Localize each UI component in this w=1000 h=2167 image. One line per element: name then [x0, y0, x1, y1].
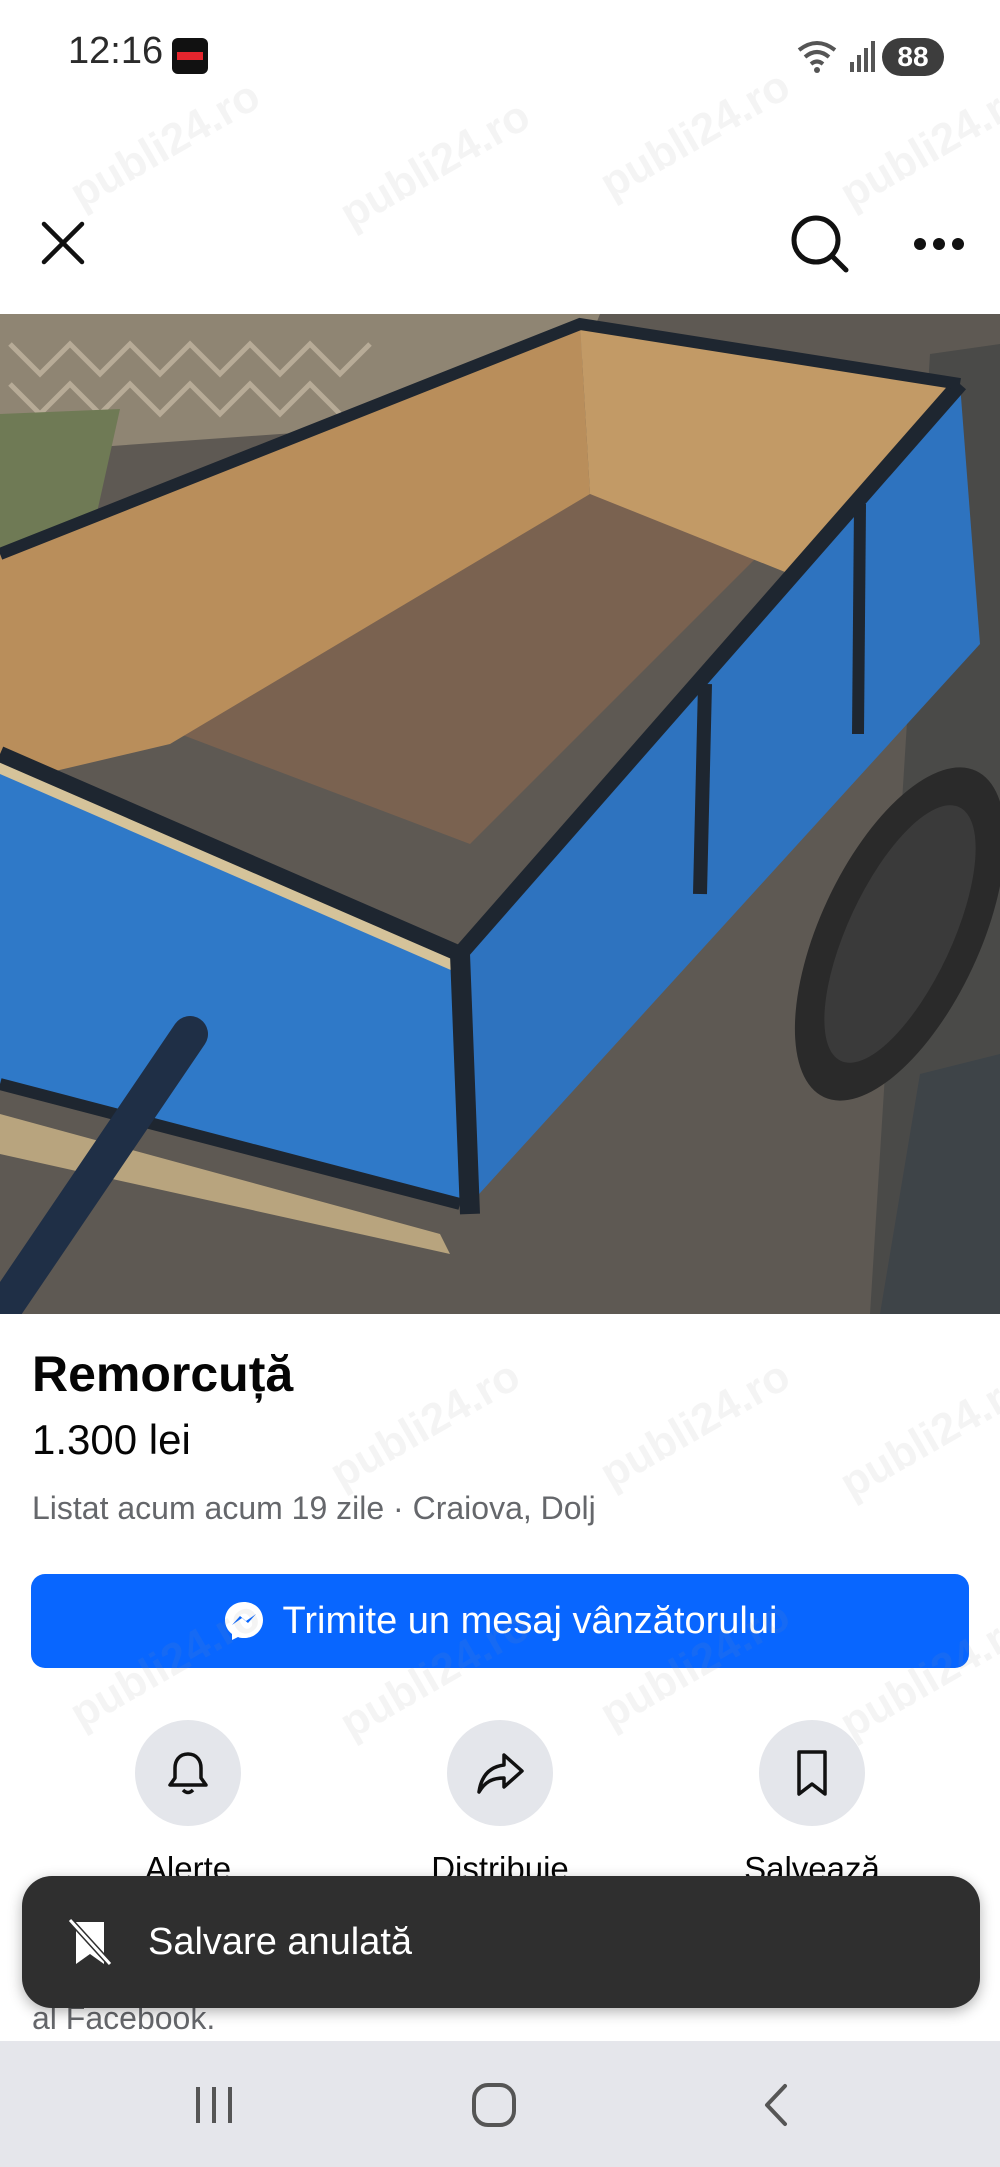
recents-button[interactable]: [174, 2070, 254, 2140]
bookmark-icon: [797, 1750, 827, 1796]
watermark: publi24.ro: [331, 90, 539, 239]
snackbar: Salvare anulată: [22, 1876, 980, 2008]
bell-icon: [168, 1752, 208, 1795]
search-button[interactable]: [786, 210, 854, 278]
home-icon: [472, 2083, 516, 2127]
listing-meta: Listat acum acum 19 zile · Craiova, Dolj: [32, 1490, 596, 1526]
watermark: publi24.ro: [591, 1350, 799, 1499]
snackbar-text: Salvare anulată: [148, 1920, 413, 1963]
watermark: publi24.ro: [321, 1350, 529, 1499]
messenger-icon: [224, 1602, 263, 1640]
close-icon: [41, 221, 85, 265]
bank-app-notification-icon: [172, 38, 208, 74]
listing-title: Remorcuță: [32, 1346, 294, 1402]
message-seller-label: Trimite un mesaj vânzătorului: [282, 1599, 778, 1642]
signal-icon: [848, 40, 878, 77]
save-button[interactable]: Salvează: [702, 1720, 922, 1888]
watermark: publi24.ro: [61, 70, 269, 219]
close-button[interactable]: [30, 210, 96, 276]
alerts-button[interactable]: Alerte: [78, 1720, 298, 1888]
message-seller-button[interactable]: Trimite un mesaj vânzătorului: [31, 1574, 969, 1668]
share-icon: [477, 1753, 524, 1794]
more-button[interactable]: [904, 210, 974, 278]
product-photo[interactable]: [0, 314, 1000, 1314]
status-time: 12:16: [68, 30, 164, 72]
share-button[interactable]: Distribuie: [390, 1720, 610, 1888]
more-icon: [914, 238, 964, 250]
bookmark-removed-icon: [67, 1917, 113, 1967]
back-button[interactable]: [736, 2070, 816, 2140]
watermark: publi24.ro: [591, 60, 799, 209]
battery-indicator: 88: [882, 38, 944, 76]
home-button[interactable]: [454, 2070, 534, 2140]
wifi-icon: [795, 38, 839, 79]
search-icon: [791, 215, 849, 273]
recents-icon: [196, 2087, 232, 2123]
back-icon: [765, 2084, 787, 2126]
watermark: publi24.ro: [831, 70, 1000, 219]
watermark: publi24.ro: [831, 1360, 1000, 1509]
listing-price: 1.300 lei: [32, 1416, 191, 1463]
